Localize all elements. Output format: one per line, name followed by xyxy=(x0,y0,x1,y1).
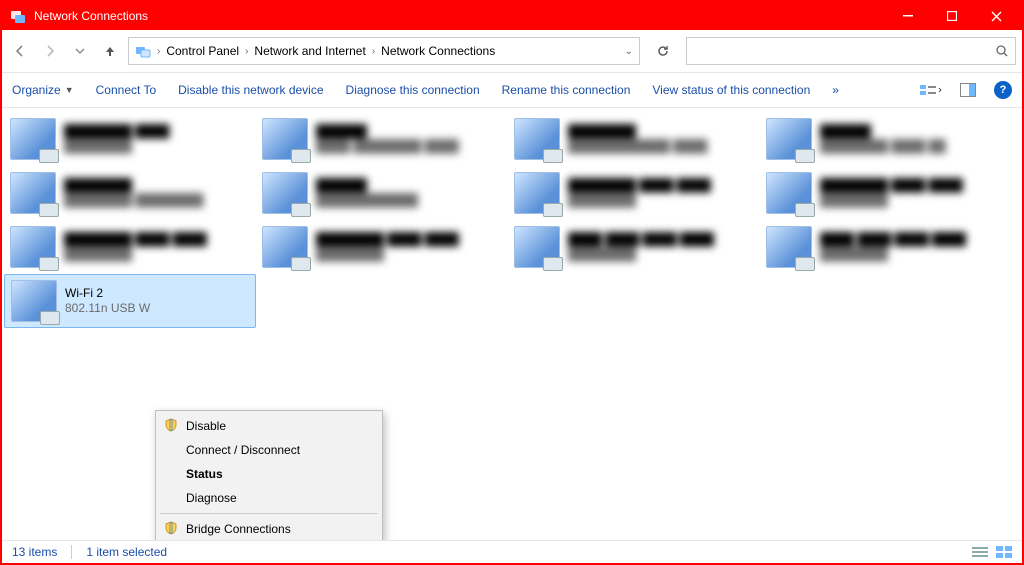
adapter-item[interactable]: ████ ████ ████ ████████████ xyxy=(760,220,1012,274)
status-item-count: 13 items xyxy=(12,545,57,559)
adapter-icon xyxy=(262,172,308,214)
close-button[interactable] xyxy=(974,2,1018,30)
adapter-item[interactable]: ████████ ████ ████████████ xyxy=(508,166,760,220)
context-menu: Disable Connect / Disconnect Status Diag… xyxy=(155,410,383,559)
address-dropdown-icon[interactable]: ⌄ xyxy=(625,46,633,57)
forward-button[interactable] xyxy=(38,39,62,63)
command-bar: Organize ▼ Connect To Disable this netwo… xyxy=(2,72,1022,108)
search-icon xyxy=(995,44,1009,58)
app-icon xyxy=(10,8,26,24)
separator xyxy=(71,545,72,559)
adapter-icon xyxy=(766,226,812,268)
chevron-right-icon: › xyxy=(245,46,248,57)
ctx-diagnose[interactable]: Diagnose xyxy=(158,486,380,510)
overflow-button[interactable]: » xyxy=(832,83,839,97)
chevron-right-icon: › xyxy=(157,46,160,57)
adapter-item[interactable]: ██████████████████ xyxy=(256,166,508,220)
rename-button[interactable]: Rename this connection xyxy=(502,83,631,97)
window-title: Network Connections xyxy=(34,9,148,23)
breadcrumb-item[interactable]: Network and Internet xyxy=(254,44,365,58)
ctx-connect-disconnect[interactable]: Connect / Disconnect xyxy=(158,438,380,462)
adapter-item[interactable]: ████████ ████████████ xyxy=(4,112,256,166)
ctx-bridge[interactable]: Bridge Connections xyxy=(158,517,380,541)
address-bar[interactable]: › Control Panel › Network and Internet ›… xyxy=(128,37,640,65)
up-button[interactable] xyxy=(98,39,122,63)
minimize-button[interactable] xyxy=(886,2,930,30)
ctx-status[interactable]: Status xyxy=(158,462,380,486)
adapter-icon xyxy=(514,118,560,160)
back-button[interactable] xyxy=(8,39,32,63)
adapter-icon xyxy=(10,226,56,268)
adapter-icon xyxy=(766,172,812,214)
adapter-grid: ████████ ████████████ ██████████ ███████… xyxy=(4,112,1020,328)
preview-pane-button[interactable] xyxy=(960,83,976,97)
adapter-item[interactable]: ████ ████ ████ ████████████ xyxy=(508,220,760,274)
adapter-icon xyxy=(10,172,56,214)
shield-icon xyxy=(164,521,178,535)
adapter-item[interactable]: ██████████ ████████ ████ xyxy=(256,112,508,166)
adapter-item-wifi2[interactable]: Wi-Fi 2 802.11n USB W xyxy=(4,274,256,328)
adapter-item[interactable]: ████████ ████ ████████████ xyxy=(4,220,256,274)
shield-icon xyxy=(164,418,178,432)
status-selected-count: 1 item selected xyxy=(86,545,167,559)
adapter-item[interactable]: ████████████████ ████████ xyxy=(4,166,256,220)
separator xyxy=(160,513,378,514)
location-icon xyxy=(135,43,151,59)
breadcrumb-item[interactable]: Network Connections xyxy=(381,44,495,58)
organize-button[interactable]: Organize ▼ xyxy=(12,83,74,97)
connect-to-button[interactable]: Connect To xyxy=(96,83,157,97)
large-icons-view-button[interactable] xyxy=(996,546,1012,558)
adapter-item[interactable]: ██████████████ ████ ██ xyxy=(760,112,1012,166)
view-options-button[interactable] xyxy=(920,83,942,97)
adapter-name: Wi-Fi 2 xyxy=(65,286,150,301)
adapter-icon xyxy=(262,118,308,160)
adapter-item[interactable]: ████████ ████ ████████████ xyxy=(256,220,508,274)
adapter-item[interactable]: ████████████████████ ████ xyxy=(508,112,760,166)
adapter-icon xyxy=(262,226,308,268)
breadcrumb-item[interactable]: Control Panel xyxy=(166,44,239,58)
refresh-button[interactable] xyxy=(650,38,676,64)
status-bar: 13 items 1 item selected xyxy=(2,540,1022,563)
ctx-disable[interactable]: Disable xyxy=(158,414,380,438)
diagnose-button[interactable]: Diagnose this connection xyxy=(346,83,480,97)
help-button[interactable]: ? xyxy=(994,81,1012,99)
adapter-item[interactable]: ████████ ████ ████████████ xyxy=(760,166,1012,220)
disable-device-button[interactable]: Disable this network device xyxy=(178,83,323,97)
adapter-device: 802.11n USB W xyxy=(65,301,150,316)
adapter-icon xyxy=(514,226,560,268)
search-input[interactable] xyxy=(686,37,1016,65)
content-area: ████████ ████████████ ██████████ ███████… xyxy=(2,108,1022,559)
adapter-icon xyxy=(514,172,560,214)
adapter-icon xyxy=(766,118,812,160)
recent-locations-button[interactable] xyxy=(68,39,92,63)
adapter-icon xyxy=(11,280,57,322)
view-status-button[interactable]: View status of this connection xyxy=(652,83,810,97)
adapter-icon xyxy=(10,118,56,160)
details-view-button[interactable] xyxy=(972,546,988,558)
address-row: › Control Panel › Network and Internet ›… xyxy=(2,30,1022,72)
chevron-down-icon: ▼ xyxy=(65,85,74,95)
maximize-button[interactable] xyxy=(930,2,974,30)
chevron-right-icon: › xyxy=(372,46,375,57)
titlebar: Network Connections xyxy=(2,2,1022,30)
